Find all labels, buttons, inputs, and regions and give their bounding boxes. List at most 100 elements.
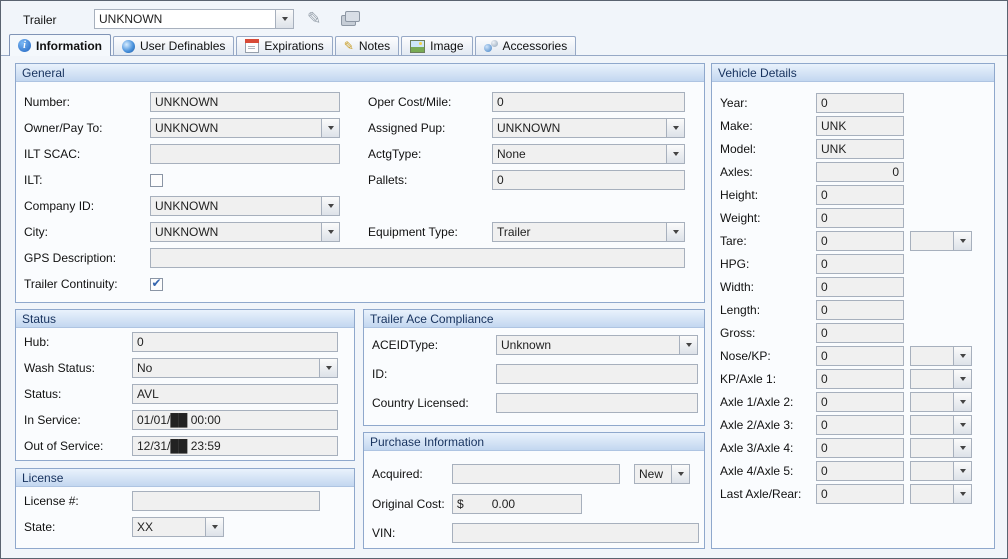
dropdown-button[interactable]: [679, 336, 697, 354]
tare-unit-combobox[interactable]: [910, 231, 972, 251]
last-axle-rear-input[interactable]: 0: [816, 484, 904, 504]
country-licensed-input[interactable]: [496, 393, 698, 413]
axle3-axle4-input[interactable]: 0: [816, 438, 904, 458]
ace-id-input[interactable]: [496, 364, 698, 384]
tab-information[interactable]: i Information: [9, 34, 111, 56]
kp-axle1-unit-combobox[interactable]: [910, 369, 972, 389]
length-input[interactable]: 0: [816, 300, 904, 320]
assigned-pup-combobox[interactable]: UNKNOWN: [492, 118, 685, 138]
dropdown-button[interactable]: [953, 439, 971, 457]
field-label: Axle 4/Axle 5:: [720, 464, 816, 478]
field-row: GPS Description:: [24, 248, 685, 268]
axle4-axle5-unit-combobox[interactable]: [910, 461, 972, 481]
actg-type-combobox[interactable]: None: [492, 144, 685, 164]
company-id-combobox[interactable]: UNKNOWN: [150, 196, 340, 216]
vehicle-row: Width: 0: [720, 277, 904, 297]
ilt-scac-input[interactable]: [150, 144, 340, 164]
dropdown-button[interactable]: [275, 10, 293, 28]
ilt-checkbox[interactable]: [150, 174, 163, 187]
gps-description-input[interactable]: [150, 248, 685, 268]
tab-image[interactable]: Image: [401, 36, 472, 55]
number-input[interactable]: UNKNOWN: [150, 92, 340, 112]
field-label: Number:: [24, 95, 150, 109]
city-combobox[interactable]: UNKNOWN: [150, 222, 340, 242]
nose-kp-unit-combobox[interactable]: [910, 346, 972, 366]
currency-symbol: $: [457, 497, 464, 511]
aceid-type-combobox[interactable]: Unknown: [496, 335, 698, 355]
combobox-value: [911, 232, 953, 250]
license-number-input[interactable]: [132, 491, 320, 511]
hub-input[interactable]: 0: [132, 332, 338, 352]
pallets-input[interactable]: 0: [492, 170, 685, 190]
out-of-service-input[interactable]: 12/31/██ 23:59: [132, 436, 338, 456]
chevron-down-icon: [328, 230, 334, 234]
trailer-continuity-checkbox[interactable]: ✔: [150, 278, 163, 291]
axle1-axle2-unit-combobox[interactable]: [910, 392, 972, 412]
field-label: Axle 3/Axle 4:: [720, 441, 816, 455]
acquired-condition-combobox[interactable]: New: [634, 464, 690, 484]
field-row: Country Licensed:: [372, 393, 698, 413]
combobox-value: XX: [133, 518, 205, 536]
height-input[interactable]: 0: [816, 185, 904, 205]
dropdown-button[interactable]: [953, 370, 971, 388]
copy-stack-icon[interactable]: [341, 10, 359, 25]
axle3-axle4-unit-combobox[interactable]: [910, 438, 972, 458]
dropdown-button[interactable]: [953, 485, 971, 503]
dropdown-button[interactable]: [953, 347, 971, 365]
dropdown-button[interactable]: [666, 223, 684, 241]
dropdown-button[interactable]: [321, 197, 339, 215]
dropdown-button[interactable]: [321, 223, 339, 241]
dropdown-button[interactable]: [666, 145, 684, 163]
axles-input[interactable]: 0: [816, 162, 904, 182]
in-service-input[interactable]: 01/01/██ 00:00: [132, 410, 338, 430]
dropdown-button[interactable]: [205, 518, 223, 536]
edit-pencil-icon[interactable]: ✎: [307, 10, 321, 27]
model-input[interactable]: UNK: [816, 139, 904, 159]
nose-kp-input[interactable]: 0: [816, 346, 904, 366]
axle1-axle2-input[interactable]: 0: [816, 392, 904, 412]
axle2-axle3-unit-combobox[interactable]: [910, 415, 972, 435]
dropdown-button[interactable]: [319, 359, 337, 377]
tab-label: User Definables: [140, 39, 225, 53]
oper-cost-mile-input[interactable]: 0: [492, 92, 685, 112]
state-combobox[interactable]: XX: [132, 517, 224, 537]
dropdown-button[interactable]: [666, 119, 684, 137]
vehicle-row: Axle 4/Axle 5: 0: [720, 461, 972, 481]
last-axle-rear-unit-combobox[interactable]: [910, 484, 972, 504]
vin-input[interactable]: [452, 523, 699, 543]
original-cost-input[interactable]: $ 0.00: [452, 494, 582, 514]
tab-accessories[interactable]: Accessories: [475, 36, 577, 55]
gross-input[interactable]: 0: [816, 323, 904, 343]
trailer-combobox[interactable]: UNKNOWN: [94, 9, 294, 29]
dropdown-button[interactable]: [321, 119, 339, 137]
width-input[interactable]: 0: [816, 277, 904, 297]
hpg-input[interactable]: 0: [816, 254, 904, 274]
field-label: Axle 2/Axle 3:: [720, 418, 816, 432]
dropdown-button[interactable]: [953, 232, 971, 250]
kp-axle1-input[interactable]: 0: [816, 369, 904, 389]
vehicle-row: Last Axle/Rear: 0: [720, 484, 972, 504]
status-input[interactable]: AVL: [132, 384, 338, 404]
tab-notes[interactable]: ✎ Notes: [335, 36, 399, 55]
dropdown-button[interactable]: [953, 416, 971, 434]
field-label: Hub:: [24, 335, 132, 349]
weight-input[interactable]: 0: [816, 208, 904, 228]
dropdown-button[interactable]: [671, 465, 689, 483]
make-input[interactable]: UNK: [816, 116, 904, 136]
field-label: Trailer Continuity:: [24, 277, 150, 291]
acquired-input[interactable]: [452, 464, 620, 484]
owner-pay-to-combobox[interactable]: UNKNOWN: [150, 118, 340, 138]
axle4-axle5-input[interactable]: 0: [816, 461, 904, 481]
dropdown-button[interactable]: [953, 462, 971, 480]
tare-input[interactable]: 0: [816, 231, 904, 251]
field-row: State: XX: [24, 517, 224, 537]
group-title: License: [16, 469, 354, 487]
dropdown-button[interactable]: [953, 393, 971, 411]
axle2-axle3-input[interactable]: 0: [816, 415, 904, 435]
equipment-type-combobox[interactable]: Trailer: [492, 222, 685, 242]
year-input[interactable]: 0: [816, 93, 904, 113]
tab-user-definables[interactable]: User Definables: [113, 36, 234, 55]
tab-expirations[interactable]: Expirations: [236, 36, 332, 55]
pencil-icon: ✎: [344, 40, 354, 52]
wash-status-combobox[interactable]: No: [132, 358, 338, 378]
